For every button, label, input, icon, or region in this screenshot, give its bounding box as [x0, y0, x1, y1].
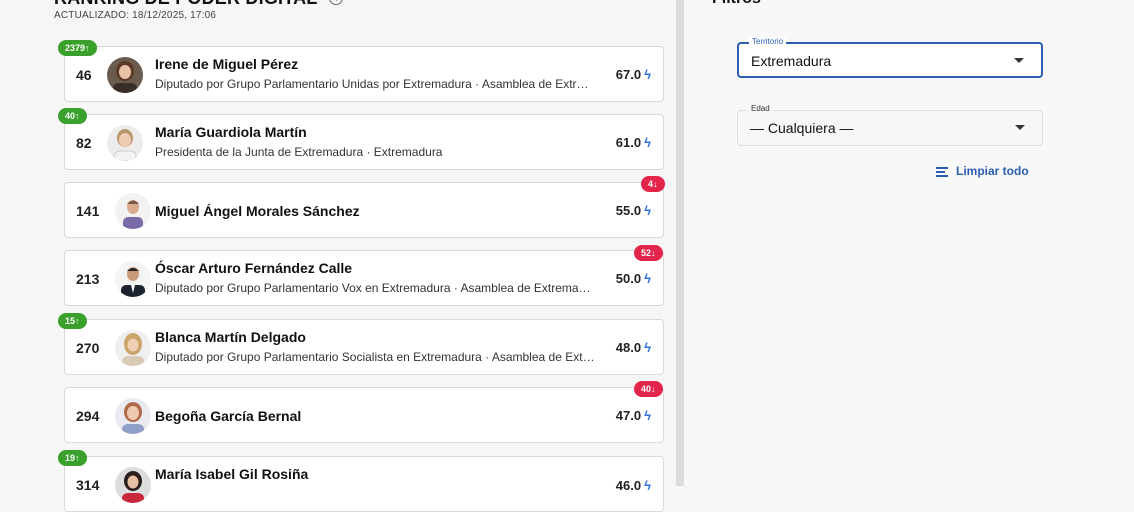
lightning-bolt-icon: ϟ	[644, 67, 651, 82]
rank-change-badge: 40↑	[58, 108, 87, 124]
person-description: Diputado por Grupo Parlamentario Unidas …	[155, 77, 595, 91]
ranking-panel: RANKING DE PODER DIGITALi ACTUALIZADO: 1…	[0, 0, 676, 512]
ranking-card[interactable]: 141 Miguel Ángel Morales Sánchez 55.0 ϟ	[64, 182, 664, 238]
person-name: Begoña García Bernal	[155, 408, 302, 424]
clear-all-label: Limpiar todo	[956, 164, 1029, 178]
lightning-bolt-icon: ϟ	[644, 203, 651, 218]
person-name: Blanca Martín Delgado	[155, 329, 306, 345]
rank-change-badge: 2379↑	[58, 40, 97, 56]
updated-timestamp: ACTUALIZADO: 18/12/2025, 17:06	[54, 10, 217, 21]
lightning-bolt-icon: ϟ	[644, 271, 651, 286]
rank-number: 314	[76, 477, 100, 493]
lightning-bolt-icon: ϟ	[644, 135, 651, 150]
ranking-card[interactable]: 82 María Guardiola Martín Presidenta de …	[64, 114, 664, 170]
info-icon[interactable]: i	[329, 0, 344, 5]
filter-lines-icon	[936, 165, 948, 179]
rank-change-badge: 19↑	[58, 450, 87, 466]
score: 48.0 ϟ	[615, 340, 651, 355]
avatar	[115, 330, 151, 366]
filters-panel: Filtros Territorio Extremadura Edad — Cu…	[684, 0, 1134, 486]
caret-down-icon	[1014, 58, 1024, 63]
avatar	[107, 57, 143, 93]
avatar	[115, 398, 151, 434]
age-select[interactable]: Edad — Cualquiera —	[737, 104, 1043, 146]
ranking-card[interactable]: 213 Óscar Arturo Fernández Calle Diputad…	[64, 250, 664, 306]
lightning-bolt-icon: ϟ	[644, 340, 651, 355]
clear-all-button[interactable]: Limpiar todo	[936, 164, 1029, 179]
lightning-bolt-icon: ϟ	[644, 408, 651, 423]
person-description: Diputado por Grupo Parlamentario Vox en …	[155, 281, 595, 295]
ranking-card[interactable]: 46 Irene de Miguel Pérez Diputado por Gr…	[64, 46, 664, 102]
person-name: Óscar Arturo Fernández Calle	[155, 260, 353, 276]
rank-number: 294	[76, 408, 100, 424]
age-value: — Cualquiera —	[750, 120, 854, 136]
person-name: María Isabel Gil Rosiña	[155, 466, 309, 482]
ranking-card[interactable]: 314 María Isabel Gil Rosiña 46.0 ϟ	[64, 456, 664, 512]
rank-change-badge: 15↑	[58, 313, 87, 329]
filters-title: Filtros	[712, 0, 761, 8]
rank-number: 213	[76, 271, 100, 287]
territory-value: Extremadura	[751, 53, 832, 69]
person-name: María Guardiola Martín	[155, 124, 307, 140]
ranking-card[interactable]: 270 Blanca Martín Delgado Diputado por G…	[64, 319, 664, 375]
person-description: Diputado por Grupo Parlamentario Sociali…	[155, 350, 595, 364]
person-name: Miguel Ángel Morales Sánchez	[155, 203, 360, 219]
ranking-card[interactable]: 294 Begoña García Bernal 47.0 ϟ	[64, 387, 664, 443]
page-title: RANKING DE PODER DIGITALi	[54, 0, 344, 9]
avatar	[115, 261, 151, 297]
avatar	[107, 125, 143, 161]
score: 67.0 ϟ	[615, 67, 651, 82]
rank-number: 141	[76, 203, 100, 219]
avatar	[115, 467, 151, 503]
rank-change-badge: 4↓	[641, 176, 665, 192]
avatar	[115, 193, 151, 229]
rank-change-badge: 40↓	[634, 381, 663, 397]
person-description: Presidenta de la Junta de Extremadura · …	[155, 145, 443, 159]
person-name: Irene de Miguel Pérez	[155, 56, 299, 72]
panel-divider	[676, 0, 684, 486]
territory-select[interactable]: Territorio Extremadura	[737, 37, 1043, 78]
caret-down-icon	[1015, 125, 1025, 130]
score: 61.0 ϟ	[615, 135, 651, 150]
rank-change-badge: 52↓	[634, 245, 663, 261]
